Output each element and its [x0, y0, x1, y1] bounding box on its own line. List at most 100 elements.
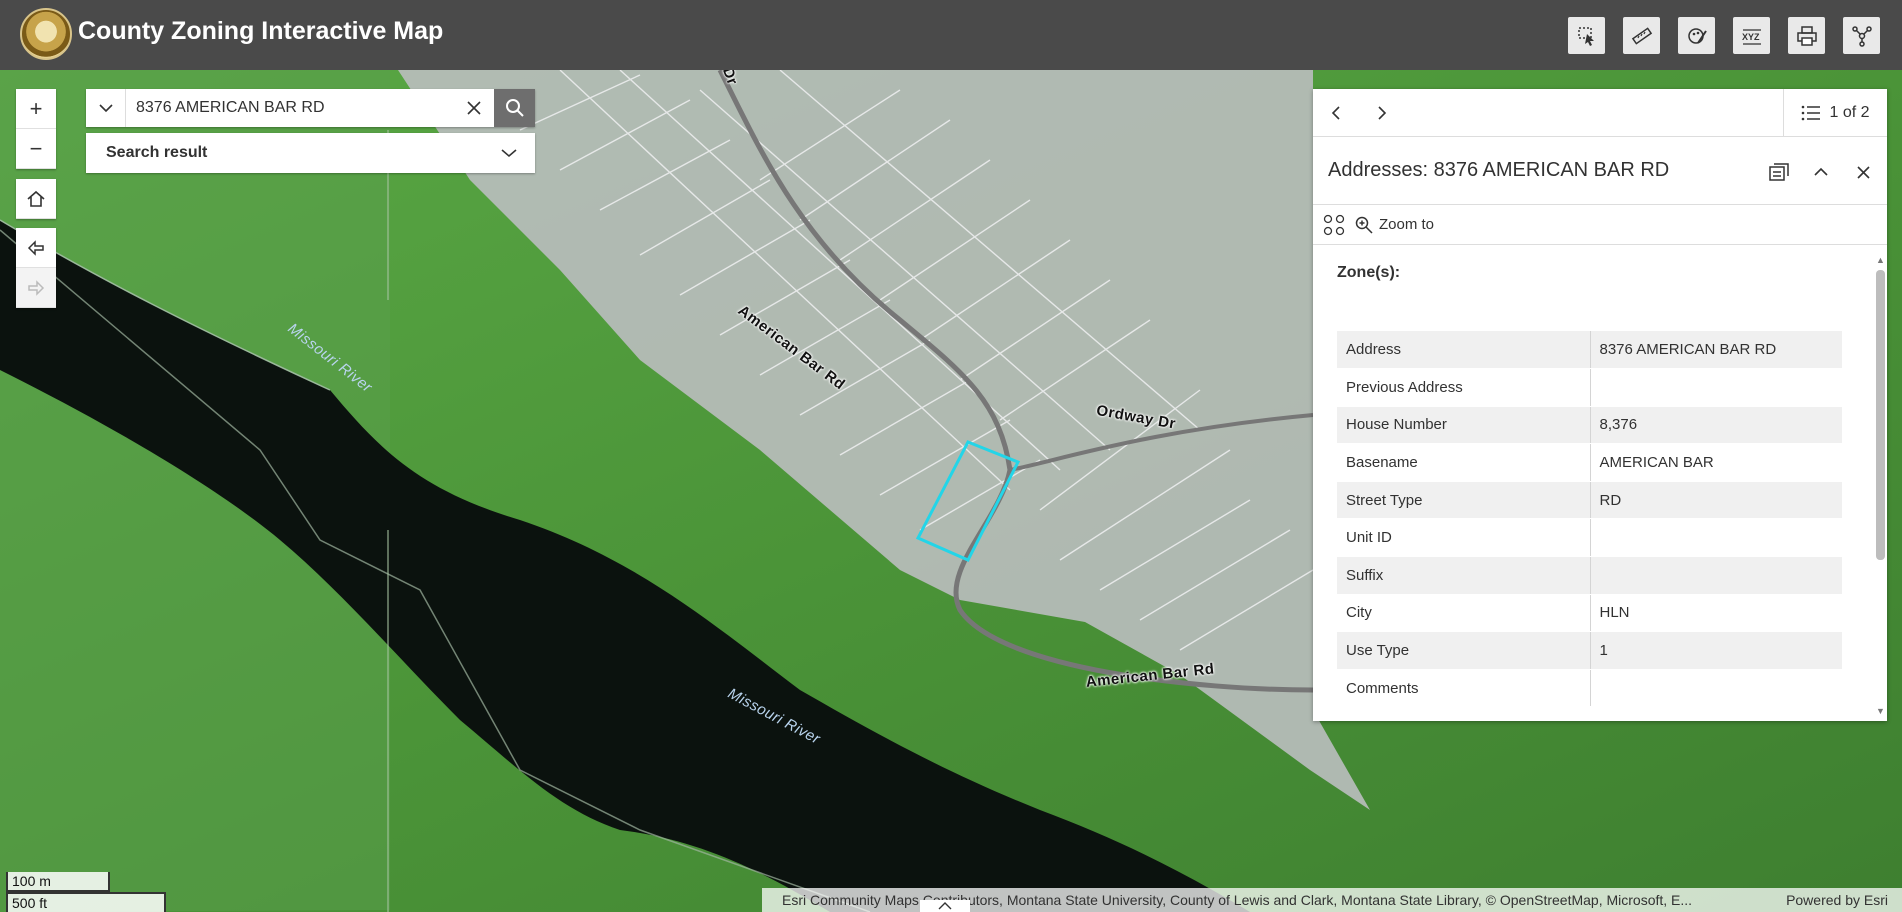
print-icon	[1796, 25, 1817, 46]
attribute-row: Comments	[1337, 669, 1842, 708]
home-button[interactable]	[16, 179, 56, 219]
attribute-row: City HLN	[1337, 594, 1842, 633]
share-icon	[1851, 25, 1872, 47]
history-controls	[16, 228, 56, 308]
close-popup-button[interactable]	[1845, 155, 1881, 189]
search-icon	[505, 99, 524, 117]
collapse-button[interactable]	[1803, 155, 1839, 189]
attribute-value	[1590, 556, 1842, 595]
measure-tool-button[interactable]	[1623, 17, 1660, 54]
powered-by-esri[interactable]: Powered by Esri	[1786, 892, 1888, 908]
attribute-row: Use Type 1	[1337, 631, 1842, 670]
zoom-out-button[interactable]: −	[16, 129, 56, 169]
apps-icon	[1323, 214, 1345, 235]
zones-label: Zone(s):	[1337, 264, 1401, 281]
attribute-value: 1	[1590, 631, 1842, 670]
scale-bar: 100 m 500 ft	[6, 872, 166, 912]
attribute-value: 8,376	[1590, 406, 1842, 445]
dock-icon	[1769, 163, 1789, 181]
zoom-in-icon	[1355, 216, 1373, 234]
scale-feet: 500 ft	[6, 892, 166, 912]
popup-content[interactable]: Zone(s): Address 8376 AMERICAN BAR RD Prev…	[1313, 246, 1887, 721]
scale-meters: 100 m	[6, 872, 110, 892]
attribute-row: Basename AMERICAN BAR	[1337, 443, 1842, 482]
feature-list-button[interactable]: 1 of 2	[1783, 89, 1887, 137]
attribute-key: Basename	[1337, 443, 1591, 482]
attribute-key: Suffix	[1337, 556, 1591, 595]
feature-count: 1 of 2	[1829, 104, 1870, 121]
close-icon	[1856, 165, 1870, 179]
dock-button[interactable]	[1761, 155, 1797, 189]
arrow-right-icon	[28, 279, 45, 296]
attribute-value: RD	[1590, 481, 1842, 520]
popup-header: Addresses: 8376 AMERICAN BAR RD	[1313, 137, 1887, 205]
attribute-key: Street Type	[1337, 481, 1591, 520]
attribute-table: Address 8376 AMERICAN BAR RD Previous Addr…	[1337, 331, 1842, 708]
next-feature-button[interactable]	[1359, 89, 1405, 137]
attribute-key: City	[1337, 594, 1591, 633]
search-source-dropdown[interactable]	[86, 89, 126, 127]
attribute-row: Previous Address	[1337, 368, 1842, 407]
previous-feature-button[interactable]	[1313, 89, 1359, 137]
toolbar: XYZ	[1568, 17, 1880, 54]
chevron-up-icon	[938, 902, 952, 910]
search-clear-button[interactable]	[454, 89, 494, 127]
select-tool-button[interactable]	[1568, 17, 1605, 54]
home-control	[16, 179, 56, 219]
home-icon	[27, 190, 45, 207]
scroll-thumb[interactable]	[1876, 270, 1885, 560]
scroll-up-arrow[interactable]: ▲	[1876, 256, 1885, 265]
search-result-label: Search result	[106, 144, 208, 161]
attribute-value: AMERICAN BAR	[1590, 443, 1842, 482]
county-seal-logo	[20, 8, 72, 60]
popup-actionbar: Zoom to	[1313, 205, 1887, 245]
svg-text:XYZ: XYZ	[1742, 32, 1760, 42]
attribute-value: 8376 AMERICAN BAR RD	[1590, 331, 1842, 370]
draw-icon	[1687, 27, 1707, 44]
attribute-value	[1590, 368, 1842, 407]
print-tool-button[interactable]	[1788, 17, 1825, 54]
attribute-row: Unit ID	[1337, 518, 1842, 558]
chevron-right-icon	[1378, 105, 1387, 120]
coordinate-icon: XYZ	[1742, 28, 1761, 45]
previous-extent-button[interactable]	[16, 228, 56, 268]
coordinate-tool-button[interactable]: XYZ	[1733, 17, 1770, 54]
attribute-row: Street Type RD	[1337, 481, 1842, 520]
search-input[interactable]	[126, 89, 454, 127]
app-header: County Zoning Interactive Map XYZ	[0, 0, 1902, 70]
arrow-left-icon	[27, 239, 44, 256]
app-title: County Zoning Interactive Map	[78, 17, 444, 45]
popup-header-actions	[1761, 155, 1881, 189]
list-icon	[1802, 105, 1821, 121]
search-widget	[86, 89, 535, 127]
attribution-toggle[interactable]	[920, 900, 970, 912]
search-button[interactable]	[494, 89, 535, 127]
search-result-dropdown[interactable]: Search result	[86, 133, 535, 173]
chevron-left-icon	[1331, 105, 1340, 120]
feature-popup: 1 of 2 Addresses: 8376 AMERICAN BAR RD Z…	[1313, 89, 1887, 721]
next-extent-button[interactable]	[16, 268, 56, 308]
popup-scrollbar[interactable]: ▲ ▼	[1876, 256, 1885, 716]
more-actions-button[interactable]	[1313, 205, 1355, 245]
chevron-down-icon	[501, 149, 517, 158]
attribute-key: Previous Address	[1337, 368, 1591, 407]
attribute-row: Address 8376 AMERICAN BAR RD	[1337, 331, 1842, 370]
scroll-down-arrow[interactable]: ▼	[1876, 707, 1885, 716]
attribute-value: HLN	[1590, 594, 1842, 633]
attribute-key: House Number	[1337, 406, 1591, 445]
zoom-in-button[interactable]: +	[16, 89, 56, 129]
popup-title: Addresses: 8376 AMERICAN BAR RD	[1328, 159, 1670, 181]
popup-pager: 1 of 2	[1313, 89, 1887, 137]
attribute-key: Use Type	[1337, 631, 1591, 670]
attribute-row: House Number 8,376	[1337, 406, 1842, 445]
attribute-key: Comments	[1337, 669, 1591, 708]
attribute-key: Address	[1337, 331, 1591, 370]
attribute-key: Unit ID	[1337, 518, 1591, 558]
zoom-to-label: Zoom to	[1379, 216, 1435, 233]
zoom-to-button[interactable]: Zoom to	[1355, 216, 1434, 234]
select-icon	[1577, 26, 1594, 46]
attribute-value	[1590, 518, 1842, 558]
draw-tool-button[interactable]	[1678, 17, 1715, 54]
attribute-value	[1590, 669, 1842, 708]
share-tool-button[interactable]	[1843, 17, 1880, 54]
